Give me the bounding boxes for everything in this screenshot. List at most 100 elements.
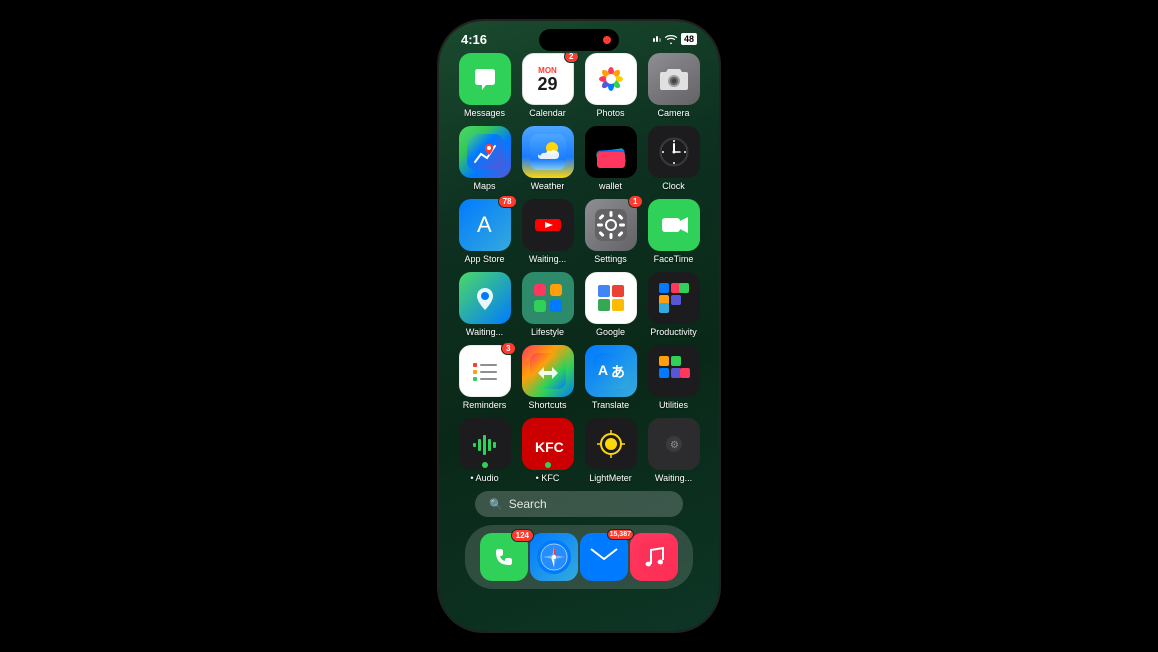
island-dot <box>603 36 611 44</box>
app-row-6: • Audio KFC • KFC <box>455 418 703 483</box>
waiting-maps-icon <box>459 272 511 324</box>
dock-music[interactable] <box>630 533 678 581</box>
google-icon <box>585 272 637 324</box>
app-productivity[interactable]: Productivity <box>644 272 703 337</box>
shortcuts-icon <box>522 345 574 397</box>
youtube-icon <box>522 199 574 251</box>
app-waiting-maps[interactable]: Waiting... <box>455 272 514 337</box>
app-row-2: Maps <box>455 126 703 191</box>
utilities-label: Utilities <box>659 400 688 410</box>
app-weather[interactable]: Weather <box>518 126 577 191</box>
phone-badge: 124 <box>511 529 534 542</box>
appstore-icon: 78 A <box>459 199 511 251</box>
app-kfc[interactable]: KFC • KFC <box>518 418 577 483</box>
svg-text:A: A <box>598 362 608 378</box>
audio-dot <box>482 462 488 468</box>
app-calendar[interactable]: 2 MON 29 Calendar <box>518 53 577 118</box>
productivity-icon <box>648 272 700 324</box>
dynamic-island <box>539 29 619 51</box>
productivity-label: Productivity <box>650 327 697 337</box>
app-reminders[interactable]: 3 Reminders <box>455 345 514 410</box>
app-waiting-last[interactable]: ⚙ Waiting... <box>644 418 703 483</box>
waiting-last-icon: ⚙ <box>648 418 700 470</box>
app-settings[interactable]: 1 Settings <box>581 199 640 264</box>
app-google[interactable]: Google <box>581 272 640 337</box>
app-appstore[interactable]: 78 A App Store <box>455 199 514 264</box>
calendar-badge: 2 <box>564 53 578 63</box>
app-youtube[interactable]: Waiting... <box>518 199 577 264</box>
wallet-label: wallet <box>599 181 622 191</box>
app-facetime[interactable]: FaceTime <box>644 199 703 264</box>
weather-label: Weather <box>531 181 565 191</box>
kfc-icon: KFC <box>522 418 574 470</box>
app-shortcuts[interactable]: Shortcuts <box>518 345 577 410</box>
weather-icon <box>522 126 574 178</box>
app-photos[interactable]: Photos <box>581 53 640 118</box>
app-camera[interactable]: Camera <box>644 53 703 118</box>
audio-label: • Audio <box>470 473 498 483</box>
app-translate[interactable]: A あ Translate <box>581 345 640 410</box>
cal-day: 29 <box>537 75 557 93</box>
app-utilities[interactable]: Utilities <box>644 345 703 410</box>
settings-label: Settings <box>594 254 627 264</box>
clock-label: Clock <box>662 181 685 191</box>
lifestyle-icon <box>522 272 574 324</box>
app-row-5: 3 Reminders <box>455 345 703 410</box>
kfc-dot <box>545 462 551 468</box>
reminders-label: Reminders <box>463 400 507 410</box>
facetime-label: FaceTime <box>654 254 694 264</box>
signal-icon <box>653 36 661 42</box>
messages-icon <box>459 53 511 105</box>
app-lightmeter[interactable]: LightMeter <box>581 418 640 483</box>
appstore-label: App Store <box>464 254 504 264</box>
google-label: Google <box>596 327 625 337</box>
search-bar[interactable]: 🔍 Search <box>475 491 683 517</box>
lightmeter-label: LightMeter <box>589 473 632 483</box>
photos-icon <box>585 53 637 105</box>
waiting-last-label: Waiting... <box>655 473 692 483</box>
mail-badge: 15,387 <box>607 529 634 540</box>
app-wallet[interactable]: wallet <box>581 126 640 191</box>
app-clock[interactable]: Clock <box>644 126 703 191</box>
svg-text:あ: あ <box>611 364 625 380</box>
search-text: Search <box>509 497 547 511</box>
camera-icon <box>648 53 700 105</box>
facetime-icon <box>648 199 700 251</box>
dock-mail[interactable]: 15,387 <box>580 533 628 581</box>
status-time: 4:16 <box>461 32 487 47</box>
camera-label: Camera <box>657 108 689 118</box>
app-messages[interactable]: Messages <box>455 53 514 118</box>
maps-label: Maps <box>473 181 495 191</box>
youtube-label: Waiting... <box>529 254 566 264</box>
svg-text:⚙: ⚙ <box>670 440 679 451</box>
reminders-badge: 3 <box>501 342 515 355</box>
app-row-3: 78 A App Store Waiting... <box>455 199 703 264</box>
phone-icon: 124 <box>480 533 528 581</box>
battery-icon: 48 <box>681 33 697 45</box>
messages-label: Messages <box>464 108 505 118</box>
status-bar: 4:16 48 <box>439 21 719 53</box>
settings-badge: 1 <box>628 195 642 208</box>
dock-phone[interactable]: 124 <box>480 533 528 581</box>
mail-icon: 15,387 <box>580 533 628 581</box>
waiting-maps-label: Waiting... <box>466 327 503 337</box>
utilities-icon <box>648 345 700 397</box>
maps-icon <box>459 126 511 178</box>
calendar-icon: 2 MON 29 <box>522 53 574 105</box>
dock-safari[interactable] <box>530 533 578 581</box>
clock-icon <box>648 126 700 178</box>
lightmeter-icon <box>585 418 637 470</box>
photos-label: Photos <box>596 108 624 118</box>
app-maps[interactable]: Maps <box>455 126 514 191</box>
safari-icon <box>530 533 578 581</box>
wallet-icon <box>585 126 637 178</box>
svg-text:A: A <box>477 212 492 237</box>
kfc-label: • KFC <box>536 473 560 483</box>
app-audio[interactable]: • Audio <box>455 418 514 483</box>
status-right: 48 <box>653 33 697 45</box>
app-row-4: Waiting... Lifestyle <box>455 272 703 337</box>
app-lifestyle[interactable]: Lifestyle <box>518 272 577 337</box>
appstore-badge: 78 <box>498 195 517 208</box>
music-icon <box>630 533 678 581</box>
lifestyle-label: Lifestyle <box>531 327 564 337</box>
